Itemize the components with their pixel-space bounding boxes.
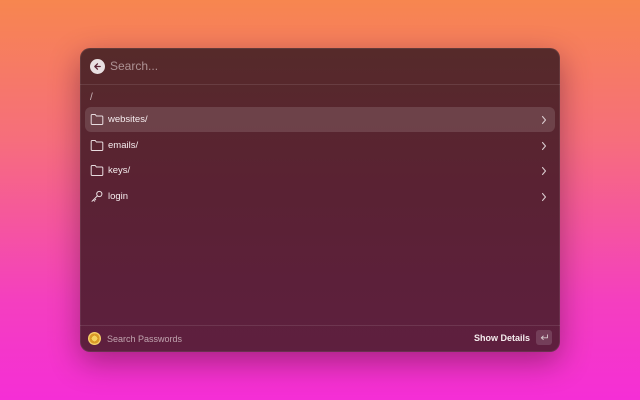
folder-icon	[90, 165, 104, 177]
footer-title: Search Passwords	[107, 334, 183, 344]
chevron-right-icon	[541, 115, 547, 125]
chevron-right-icon	[541, 192, 547, 201]
show-details-button[interactable]: Show Details	[474, 333, 530, 343]
back-button[interactable]	[90, 59, 105, 74]
command-palette-window: / websites/ emails/ keys/	[80, 48, 560, 352]
list-item-emails[interactable]: emails/	[85, 133, 555, 158]
list-item-websites[interactable]: websites/	[85, 107, 555, 132]
search-bar	[80, 48, 560, 85]
key-icon	[91, 190, 103, 202]
list-item-keys[interactable]: keys/	[85, 158, 555, 183]
arrow-left-icon	[94, 63, 101, 70]
chevron-right-icon	[541, 167, 547, 176]
chevron-right-icon	[541, 141, 547, 150]
list-item-label: login	[108, 190, 129, 202]
app-logo-icon	[88, 332, 101, 345]
password-list: websites/ emails/ keys/ login	[85, 107, 555, 209]
list-item-label: websites/	[108, 114, 148, 125]
list-item-label: keys/	[108, 165, 131, 177]
footer-bar: Search Passwords Show Details	[80, 325, 560, 352]
return-key-icon	[540, 334, 548, 341]
breadcrumb: /	[90, 92, 93, 103]
return-key-button[interactable]	[536, 330, 552, 345]
list-item-login[interactable]: login	[85, 184, 555, 209]
list-item-label: emails/	[108, 139, 139, 151]
folder-icon	[90, 139, 104, 151]
folder-icon	[90, 114, 104, 125]
search-input[interactable]	[110, 56, 530, 76]
